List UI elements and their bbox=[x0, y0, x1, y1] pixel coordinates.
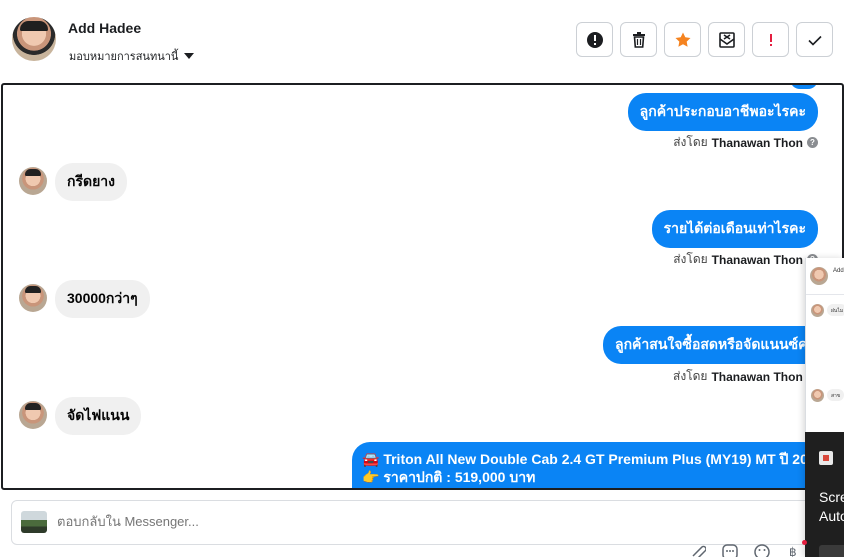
message-bubble-outgoing bbox=[790, 85, 818, 89]
reply-composer bbox=[11, 500, 844, 545]
message-bubble-outgoing: รายได้ต่อเดือนเท่าไรคะ bbox=[651, 210, 818, 248]
check-icon bbox=[807, 35, 822, 46]
message-bubble-incoming: 30000กว่าๆ bbox=[55, 280, 150, 318]
screenshot-toast[interactable]: Scre Auto bbox=[805, 432, 844, 557]
mark-unread-button[interactable] bbox=[708, 22, 745, 57]
contact-avatar-small bbox=[19, 401, 47, 429]
toast-title: Scre bbox=[819, 489, 844, 505]
star-button[interactable] bbox=[664, 22, 701, 57]
product-title: 🚘 Triton All New Double Cab 2.4 GT Premi… bbox=[362, 451, 824, 467]
agent-name: Thanawan Thon bbox=[711, 135, 803, 150]
sent-by-prefix: ส่งโดย bbox=[673, 135, 708, 149]
message-bubble-outgoing: ลูกค้าสนใจซื้อสดหรือจัดแนนซ์คะ bbox=[603, 326, 827, 364]
popup-divider bbox=[806, 294, 844, 295]
star-icon bbox=[675, 32, 690, 47]
sent-by-label: ส่งโดย Thanawan Thon bbox=[673, 367, 803, 386]
spam-button[interactable] bbox=[576, 22, 613, 57]
popup-contact-avatar bbox=[810, 267, 828, 285]
product-price: 👉 ราคาปกติ : 519,000 บาท bbox=[362, 469, 536, 485]
assign-label: มอบหมายการสนทนานี้ bbox=[69, 51, 179, 63]
agent-name: Thanawan Thon bbox=[711, 369, 803, 384]
sent-by-prefix: ส่งโดย bbox=[673, 369, 708, 383]
page-avatar bbox=[21, 511, 47, 533]
contact-avatar-small bbox=[19, 167, 47, 195]
saved-replies-icon[interactable] bbox=[722, 544, 738, 557]
reply-input[interactable] bbox=[57, 514, 657, 529]
done-button[interactable] bbox=[796, 22, 833, 57]
sent-by-label: ส่งโดย Thanawan Thon ? bbox=[673, 250, 818, 269]
contact-name[interactable]: Add Hadee bbox=[68, 20, 141, 36]
alert-circle-icon bbox=[586, 31, 603, 48]
toast-subtitle: Auto bbox=[819, 508, 844, 524]
message-thread[interactable]: ลูกค้าประกอบอาชีพอะไรคะ ส่งโดย Thanawan … bbox=[1, 83, 844, 490]
exclamation-icon bbox=[769, 33, 772, 46]
product-message-bubble: 🚘 Triton All New Double Cab 2.4 GT Premi… bbox=[352, 442, 824, 488]
contact-avatar-small bbox=[19, 284, 47, 312]
emoji-icon[interactable] bbox=[754, 544, 770, 557]
svg-text:฿: ฿ bbox=[789, 545, 797, 557]
conversation-header: Add Hadee มอบหมายการสนทนานี้ bbox=[0, 0, 844, 82]
toast-action-button[interactable] bbox=[819, 545, 844, 557]
trash-icon bbox=[632, 31, 645, 48]
agent-name: Thanawan Thon bbox=[711, 252, 803, 267]
popup-message-avatar bbox=[811, 304, 824, 317]
important-button[interactable] bbox=[752, 22, 789, 57]
delete-button[interactable] bbox=[620, 22, 657, 57]
popup-message: ฝนไม bbox=[827, 304, 844, 316]
sent-by-label: ส่งโดย Thanawan Thon ? bbox=[673, 133, 818, 152]
attachment-icon[interactable] bbox=[690, 544, 706, 557]
caret-down-icon bbox=[184, 53, 195, 59]
message-bubble-incoming: กรีดยาง bbox=[55, 163, 127, 201]
assign-conversation-dropdown[interactable]: มอบหมายการสนทนานี้ bbox=[69, 47, 195, 65]
screenshot-app-icon bbox=[819, 451, 833, 465]
sent-by-prefix: ส่งโดย bbox=[673, 252, 708, 266]
composer-tools: ฿ bbox=[690, 544, 802, 557]
popup-message: สาข bbox=[827, 389, 844, 401]
popup-message-avatar bbox=[811, 389, 824, 402]
header-actions bbox=[576, 22, 833, 57]
popup-title: Add bbox=[833, 268, 844, 274]
contact-avatar[interactable] bbox=[12, 17, 56, 61]
currency-icon[interactable]: ฿ bbox=[786, 544, 802, 557]
message-bubble-outgoing: ลูกค้าประกอบอาชีพอะไรคะ bbox=[627, 93, 818, 131]
envelope-x-icon bbox=[718, 31, 735, 48]
message-bubble-incoming: จัดไฟแนน bbox=[55, 397, 142, 435]
info-icon[interactable]: ? bbox=[807, 137, 818, 148]
notification-dot bbox=[802, 540, 807, 545]
